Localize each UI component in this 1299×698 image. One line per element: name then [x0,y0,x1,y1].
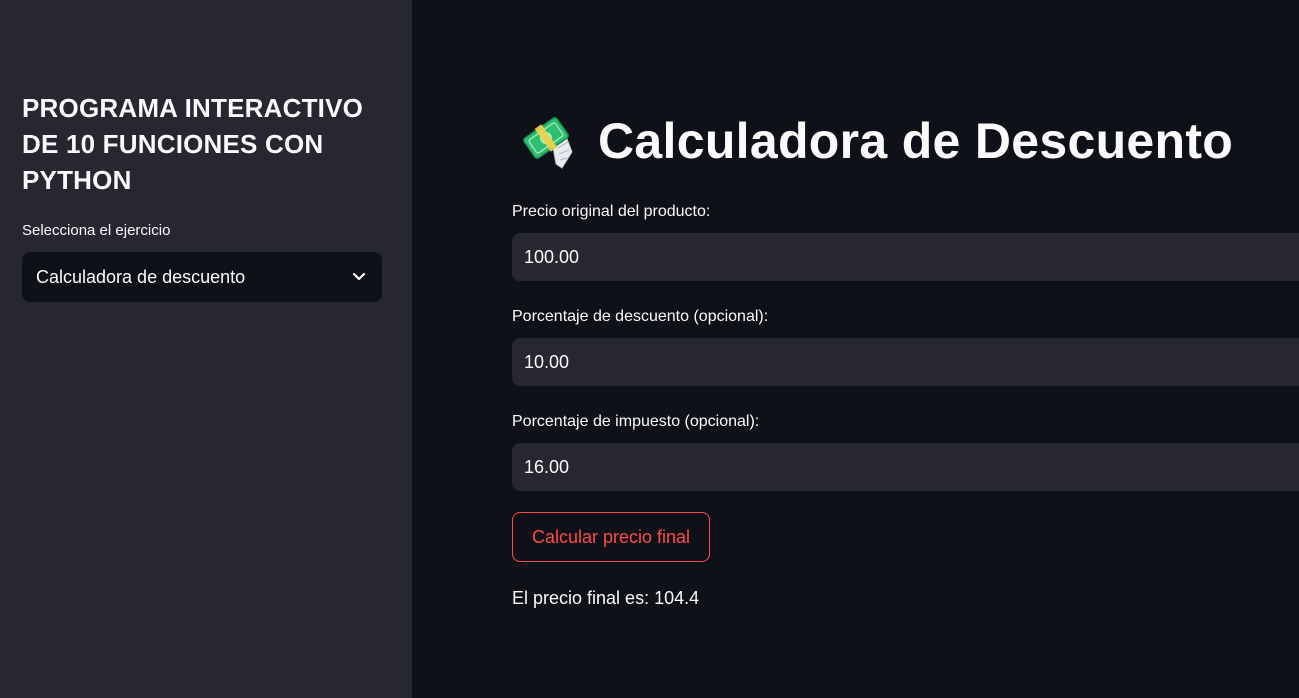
chevron-down-icon [350,268,368,286]
tax-percent-label: Porcentaje de impuesto (opcional): [512,413,760,430]
select-value: Calculadora de descuento [36,266,246,287]
original-price-label: Precio original del producto: [512,203,711,220]
select-label: Selecciona el ejercicio [22,222,171,239]
discount-percent-label: Porcentaje de descuento (opcional): [512,308,769,325]
sidebar: PROGRAMA INTERACTIVO DE 10 FUNCIONES CON… [0,0,412,698]
tax-percent-input[interactable] [512,443,1299,491]
exercise-select[interactable]: Calculadora de descuento [22,252,382,302]
main-content: $ Calculadora de Descuento Precio origin… [412,0,1299,698]
app-window: PROGRAMA INTERACTIVO DE 10 FUNCIONES CON… [0,0,1299,698]
result-text: El precio final es: 104.4 [512,588,700,608]
page-title: Calculadora de Descuento [598,113,1234,169]
title-row: $ Calculadora de Descuento [522,112,1233,170]
money-with-wings-icon: $ [523,117,573,169]
sidebar-title: PROGRAMA INTERACTIVO DE 10 FUNCIONES CON… [22,93,364,195]
calculate-button[interactable]: Calcular precio final [512,512,710,562]
original-price-input[interactable] [512,233,1299,281]
discount-percent-input[interactable] [512,338,1299,386]
